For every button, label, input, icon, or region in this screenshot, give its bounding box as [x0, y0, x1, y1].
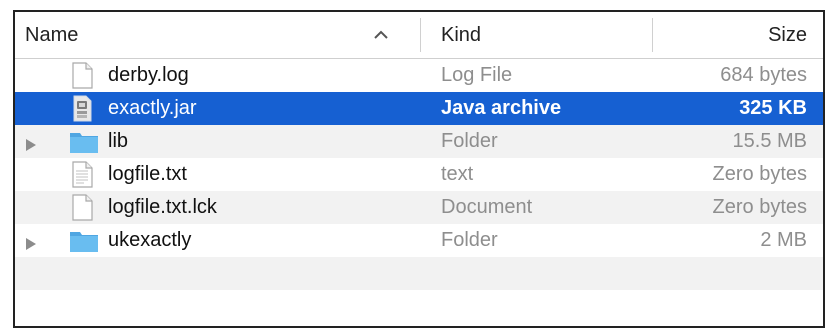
file-row-lib[interactable]: lib Folder 15.5 MB	[15, 125, 823, 158]
file-name: logfile.txt.lck	[108, 196, 217, 218]
column-divider[interactable]	[652, 18, 653, 52]
file-kind: Java archive	[441, 97, 562, 119]
file-list-view: Name Kind Size derby.log Log File 684 by…	[13, 10, 825, 328]
file-size: 2 MB	[760, 229, 807, 251]
column-header-name[interactable]: Name	[25, 12, 417, 58]
file-name: lib	[108, 130, 129, 152]
file-name: exactly.jar	[108, 97, 197, 119]
file-kind: Folder	[441, 229, 498, 251]
file-size: 325 KB	[739, 97, 807, 119]
file-name: derby.log	[108, 64, 189, 86]
file-size: 15.5 MB	[732, 130, 807, 152]
java-archive-icon	[69, 95, 95, 122]
file-name: ukexactly	[108, 229, 192, 251]
column-header-kind[interactable]: Kind	[441, 12, 641, 58]
file-row-derby-log[interactable]: derby.log Log File 684 bytes	[15, 59, 823, 92]
file-kind: text	[441, 163, 474, 185]
file-kind: Folder	[441, 130, 498, 152]
file-row-logfile-txt-lck[interactable]: logfile.txt.lck Document Zero bytes	[15, 191, 823, 224]
file-kind: Log File	[441, 64, 513, 86]
disclosure-triangle-icon[interactable]	[25, 234, 37, 250]
chevron-up-icon[interactable]	[367, 12, 397, 58]
column-header-size[interactable]: Size	[657, 12, 807, 58]
file-size: Zero bytes	[712, 163, 807, 185]
column-divider[interactable]	[420, 18, 421, 52]
file-name: logfile.txt	[108, 163, 187, 185]
disclosure-triangle-icon[interactable]	[25, 135, 37, 151]
file-kind: Document	[441, 196, 533, 218]
empty-row	[15, 257, 823, 290]
folder-icon	[69, 128, 98, 155]
document-icon	[69, 62, 95, 89]
column-header-bar: Name Kind Size	[15, 12, 823, 59]
file-row-ukexactly[interactable]: ukexactly Folder 2 MB	[15, 224, 823, 257]
empty-row	[15, 290, 823, 323]
text-document-icon	[69, 161, 95, 188]
file-row-exactly-jar[interactable]: exactly.jar Java archive 325 KB	[15, 92, 823, 125]
file-size: 684 bytes	[720, 64, 807, 86]
folder-icon	[69, 227, 98, 254]
file-row-logfile-txt[interactable]: logfile.txt text Zero bytes	[15, 158, 823, 191]
document-icon	[69, 194, 95, 221]
file-size: Zero bytes	[712, 196, 807, 218]
